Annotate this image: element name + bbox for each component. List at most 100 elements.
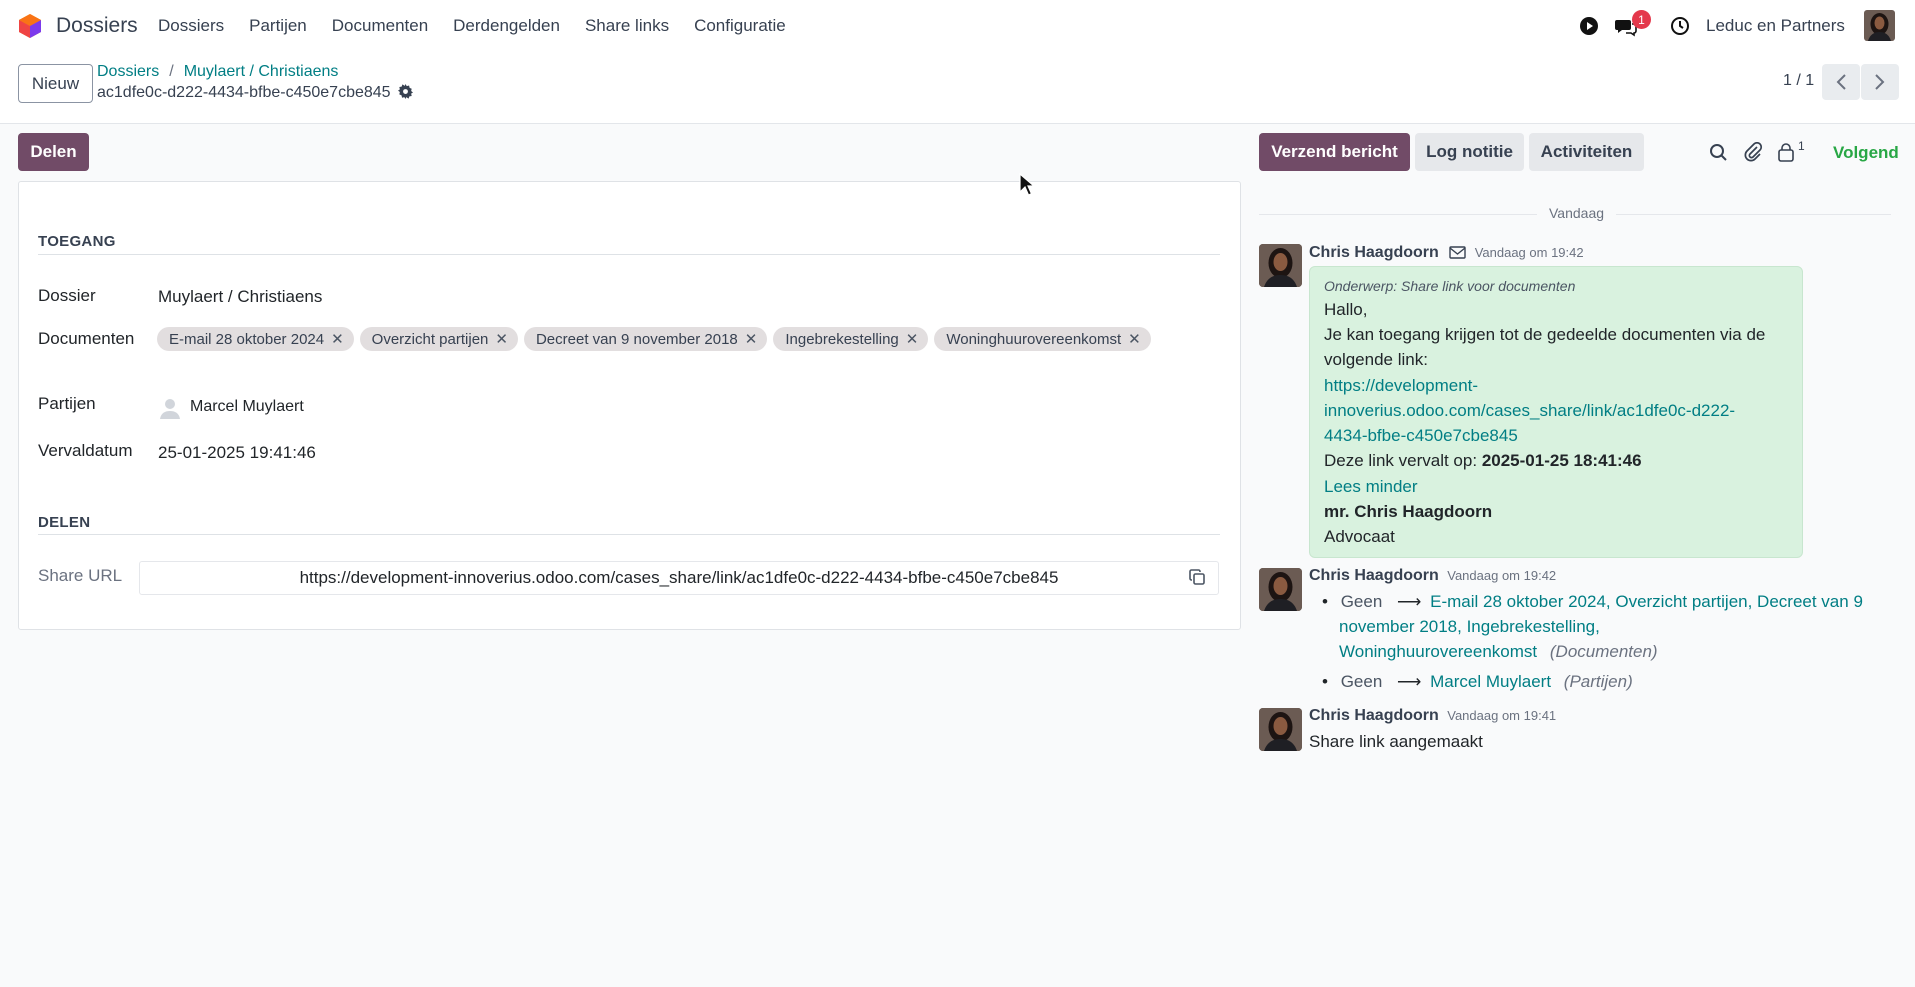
user-avatar[interactable] <box>1864 10 1895 41</box>
message-bubble: Onderwerp: Share link voor documenten Ha… <box>1309 266 1803 558</box>
author-avatar[interactable] <box>1259 244 1302 287</box>
arrow-right-icon: ⟶ <box>1397 672 1422 691</box>
search-icon[interactable] <box>1709 143 1728 162</box>
party-name[interactable]: Marcel Muylaert <box>190 398 304 416</box>
top-navbar: Dossiers Dossiers Partijen Documenten De… <box>0 0 1915 52</box>
breadcrumb-dossiers[interactable]: Dossiers <box>97 63 159 80</box>
document-tag-label: E-mail 28 oktober 2024 <box>169 330 325 348</box>
documents-field[interactable]: E-mail 28 oktober 2024 ✕ Overzicht partij… <box>157 327 1151 351</box>
copy-icon[interactable] <box>1189 569 1206 586</box>
section-share-divider <box>38 534 1220 535</box>
message-author[interactable]: Chris Haagdoorn <box>1309 244 1439 261</box>
play-icon[interactable] <box>1579 16 1599 36</box>
chevron-right-icon <box>1875 74 1885 90</box>
share-link[interactable]: innoverius.odoo.com/cases_share/link/ac1… <box>1324 401 1735 421</box>
tracking-new-value: Woninghuurovereenkomst <box>1339 642 1538 661</box>
chevron-left-icon <box>1836 74 1846 90</box>
remove-tag-icon[interactable]: ✕ <box>495 330 508 348</box>
tracking-field: (Partijen) <box>1563 672 1633 691</box>
message-author[interactable]: Chris Haagdoorn <box>1309 567 1439 584</box>
document-tag: Decreet van 9 november 2018 ✕ <box>523 327 768 351</box>
tracking-new-value: Marcel Muylaert <box>1430 672 1552 691</box>
message-subject: Onderwerp: Share link voor documenten <box>1324 278 1576 294</box>
expiry-field[interactable]: 25-01-2025 19:41:46 <box>158 443 316 463</box>
bullet-icon: • <box>1322 672 1328 691</box>
share-button[interactable]: Delen <box>18 133 89 171</box>
activities-button[interactable]: Activiteiten <box>1529 133 1644 171</box>
follow-button[interactable]: Volgend <box>1833 143 1899 163</box>
pager-previous-button[interactable] <box>1822 64 1860 100</box>
paperclip-icon[interactable] <box>1744 142 1763 162</box>
remove-tag-icon[interactable]: ✕ <box>1128 330 1141 348</box>
parties-field[interactable]: Marcel Muylaert <box>158 395 304 419</box>
tracking-line: Woninghuurovereenkomst (Documenten) <box>1339 642 1658 662</box>
section-share-title: DELEN <box>38 514 91 531</box>
expiry-date: 2025-01-25 18:41:46 <box>1481 451 1642 470</box>
log-note-button[interactable]: Log notitie <box>1415 133 1524 171</box>
expiry-prefix: Deze link vervalt op: <box>1324 451 1478 470</box>
tracking-line: • Geen ⟶ E-mail 28 oktober 2024, Overzic… <box>1322 592 1863 612</box>
documents-label: Documenten <box>38 329 135 348</box>
message-body: Share link aangemaakt <box>1309 732 1483 751</box>
share-url-field[interactable]: https://development-innoverius.odoo.com/… <box>139 561 1219 595</box>
arrow-right-icon: ⟶ <box>1397 592 1422 611</box>
author-avatar[interactable] <box>1259 568 1302 611</box>
section-access-title: TOEGANG <box>38 233 116 250</box>
remove-tag-icon[interactable]: ✕ <box>745 330 758 348</box>
menu-derdengelden[interactable]: Derdengelden <box>453 16 560 36</box>
tracking-line: • Geen ⟶ Marcel Muylaert (Partijen) <box>1322 672 1633 692</box>
message-author[interactable]: Chris Haagdoorn <box>1309 707 1439 724</box>
document-tag-label: Decreet van 9 november 2018 <box>535 330 738 348</box>
menu-documenten[interactable]: Documenten <box>332 16 428 36</box>
author-avatar-icon <box>1259 708 1302 751</box>
person-avatar-icon <box>158 395 182 419</box>
breadcrumb-dossier[interactable]: Muylaert / Christiaens <box>184 63 339 80</box>
menu-partijen[interactable]: Partijen <box>249 16 307 36</box>
main-menu: Dossiers Partijen Documenten Derdengelde… <box>158 16 811 36</box>
share-link[interactable]: 4434-bfbe-c450e7cbe845 <box>1324 426 1518 446</box>
menu-configuratie[interactable]: Configuratie <box>694 16 786 36</box>
section-access-divider <box>38 254 1220 255</box>
message-time: Vandaag om 19:41 <box>1447 708 1557 723</box>
dossier-field[interactable]: Muylaert / Christiaens <box>158 287 322 307</box>
document-tag: Ingebrekestelling ✕ <box>773 327 929 351</box>
author-avatar-icon <box>1259 568 1302 611</box>
tracking-old-value: Geen <box>1340 592 1383 611</box>
document-tag-label: Overzicht partijen <box>371 330 489 348</box>
remove-tag-icon[interactable]: ✕ <box>331 330 344 348</box>
remove-tag-icon[interactable]: ✕ <box>906 330 919 348</box>
send-message-button[interactable]: Verzend bericht <box>1259 133 1410 171</box>
read-less-link[interactable]: Lees minder <box>1324 477 1418 497</box>
app-logo-icon[interactable] <box>18 13 42 39</box>
signature-name: mr. Chris Haagdoorn <box>1324 502 1493 521</box>
message-line: Je kan toegang krijgen tot de gedeelde d… <box>1324 325 1766 344</box>
document-tag: Overzicht partijen ✕ <box>359 327 518 351</box>
mouse-cursor-icon <box>1019 173 1035 196</box>
tracking-old-value: Geen <box>1340 672 1383 691</box>
breadcrumb: Dossiers / Muylaert / Christiaens <box>97 63 338 81</box>
expiry-label: Vervaldatum <box>38 441 133 460</box>
company-switcher[interactable]: Leduc en Partners <box>1706 16 1845 36</box>
menu-dossiers[interactable]: Dossiers <box>158 16 224 36</box>
message-expiry-line: Deze link vervalt op: 2025-01-25 18:41:4… <box>1324 451 1642 471</box>
document-tag-label: Woninghuurovereenkomst <box>946 330 1122 348</box>
document-tag: E-mail 28 oktober 2024 ✕ <box>157 327 354 351</box>
record-title: ac1dfe0c-d222-4434-bfbe-c450e7cbe845 <box>97 84 414 102</box>
author-avatar[interactable] <box>1259 708 1302 751</box>
app-name[interactable]: Dossiers <box>56 14 138 38</box>
share-link[interactable]: https://development- <box>1324 376 1478 396</box>
message-time: Vandaag om 19:42 <box>1447 568 1557 583</box>
breadcrumb-separator: / <box>169 63 174 80</box>
document-tag: Woninghuurovereenkomst ✕ <box>934 327 1151 351</box>
followers-icon[interactable] <box>1777 142 1795 162</box>
menu-share-links[interactable]: Share links <box>585 16 669 36</box>
share-url-label: Share URL <box>38 566 123 585</box>
pager-value[interactable]: 1 / 1 <box>1783 72 1814 90</box>
signature-title: Advocaat <box>1324 527 1395 546</box>
document-tag-label: Ingebrekestelling <box>785 330 899 348</box>
clock-icon[interactable] <box>1670 16 1690 36</box>
gear-icon[interactable] <box>398 84 414 99</box>
message-header: Chris Haagdoorn Vandaag om 19:42 <box>1309 244 1584 262</box>
new-button[interactable]: Nieuw <box>18 64 93 103</box>
pager-next-button[interactable] <box>1861 64 1899 100</box>
